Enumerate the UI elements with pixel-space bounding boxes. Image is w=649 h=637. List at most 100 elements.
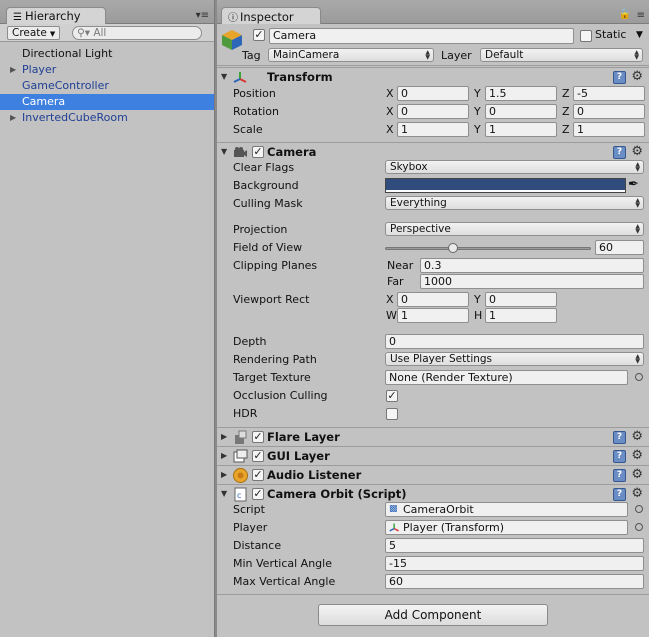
component-title: Camera	[267, 145, 317, 159]
flare-layer-icon	[235, 430, 247, 444]
fold-arrow-icon[interactable]: ▶	[10, 62, 16, 78]
clear-flags-dropdown[interactable]: Skybox ▲ ▼	[385, 160, 644, 174]
help-book-icon[interactable]: ?	[613, 431, 626, 444]
projection-dropdown[interactable]: Perspective ▲ ▼	[385, 222, 644, 236]
help-book-icon[interactable]: ?	[613, 469, 626, 482]
player-field[interactable]: Player (Transform)	[385, 520, 628, 535]
eyedropper-icon[interactable]: ✒	[628, 178, 639, 192]
gear-icon[interactable]: ⚙	[631, 144, 643, 159]
camera-orbit-component-header[interactable]: ▼ c Camera Orbit (Script) ? ⚙	[217, 484, 649, 503]
hierarchy-item[interactable]: Directional Light	[0, 46, 214, 62]
position-z-field[interactable]: -5	[573, 86, 645, 101]
fov-field[interactable]: 60	[595, 240, 644, 255]
hierarchy-search-input[interactable]: ⚲▾ All	[72, 26, 202, 40]
fold-arrow-icon[interactable]: ▶	[10, 110, 16, 126]
distance-field[interactable]: 5	[385, 538, 644, 553]
scale-y-field[interactable]: 1	[485, 122, 557, 137]
object-picker-icon[interactable]	[635, 373, 643, 381]
fold-arrow-icon[interactable]: ▼	[221, 489, 227, 498]
gui-layer-enabled-checkbox[interactable]	[252, 450, 264, 462]
tag-dropdown[interactable]: MainCamera ▲ ▼	[268, 48, 434, 62]
fold-arrow-icon[interactable]: ▼	[221, 72, 227, 81]
create-button[interactable]: Create ▼	[7, 26, 61, 40]
gear-icon[interactable]: ⚙	[631, 429, 643, 444]
viewport-y-field[interactable]: 0	[485, 292, 557, 307]
fold-arrow-icon[interactable]: ▶	[221, 470, 227, 479]
search-icon: ⚲▾	[77, 27, 90, 39]
static-checkbox[interactable]	[580, 30, 592, 42]
active-checkbox[interactable]	[253, 29, 265, 41]
svg-text:c: c	[237, 491, 241, 500]
hierarchy-item[interactable]: Camera	[0, 94, 214, 110]
lock-icon[interactable]: 🔒	[619, 9, 631, 20]
occlusion-culling-checkbox[interactable]	[386, 390, 398, 402]
position-y-field[interactable]: 1.5	[485, 86, 557, 101]
dropdown-arrows-icon: ▲ ▼	[634, 49, 639, 61]
hierarchy-toolbar: Create ▼ ⚲▾ All	[0, 24, 214, 42]
tab-menu-icon[interactable]: ≡	[637, 10, 645, 21]
flare-layer-enabled-checkbox[interactable]	[252, 431, 264, 443]
gear-icon[interactable]: ⚙	[631, 448, 643, 463]
hierarchy-item[interactable]: ▶ Player	[0, 62, 214, 78]
script-field[interactable]: ▩ CameraOrbit	[385, 502, 628, 517]
transform-component-header[interactable]: ▼ Transform ? ⚙	[217, 67, 649, 86]
static-dropdown-icon[interactable]: ▼	[636, 28, 643, 42]
near-field[interactable]: 0.3	[420, 258, 644, 273]
hierarchy-item[interactable]: GameController	[0, 78, 214, 94]
gear-icon[interactable]: ⚙	[631, 486, 643, 501]
min-vertical-angle-field[interactable]: -15	[385, 556, 644, 571]
fov-slider-track[interactable]	[385, 247, 591, 250]
layer-dropdown[interactable]: Default ▲ ▼	[480, 48, 643, 62]
rotation-y-field[interactable]: 0	[485, 104, 557, 119]
help-book-icon[interactable]: ?	[613, 71, 626, 84]
fov-slider-knob[interactable]	[447, 243, 458, 253]
help-book-icon[interactable]: ?	[613, 450, 626, 463]
gui-layer-icon	[233, 449, 248, 463]
rotation-x-field[interactable]: 0	[397, 104, 469, 119]
camera-orbit-enabled-checkbox[interactable]	[252, 488, 264, 500]
scale-x-field[interactable]: 1	[397, 122, 469, 137]
culling-mask-dropdown[interactable]: Everything ▲ ▼	[385, 196, 644, 210]
rotation-z-field[interactable]: 0	[573, 104, 645, 119]
camera-component-header[interactable]: ▼ Camera ? ⚙	[217, 142, 649, 161]
depth-field[interactable]: 0	[385, 334, 644, 349]
object-picker-icon[interactable]	[635, 523, 643, 531]
object-picker-icon[interactable]	[635, 505, 643, 513]
hierarchy-tabstrip: ☰ Hierarchy ▾≡	[0, 0, 214, 24]
position-x-field[interactable]: 0	[397, 86, 469, 101]
hierarchy-tab[interactable]: ☰ Hierarchy	[6, 7, 106, 24]
inspector-tab[interactable]: ⓘ Inspector	[221, 7, 321, 24]
add-component-button[interactable]: Add Component	[318, 604, 548, 626]
axis-y-label: Y	[474, 105, 481, 118]
background-label: Background	[233, 179, 299, 192]
help-book-icon[interactable]: ?	[613, 146, 626, 159]
max-vertical-angle-field[interactable]: 60	[385, 574, 644, 589]
rendering-path-dropdown[interactable]: Use Player Settings ▲ ▼	[385, 352, 644, 366]
camera-enabled-checkbox[interactable]	[252, 146, 264, 158]
csharp-script-icon: ▩	[389, 504, 398, 514]
far-field[interactable]: 1000	[420, 274, 644, 289]
gear-icon[interactable]: ⚙	[631, 467, 643, 482]
scale-z-field[interactable]: 1	[573, 122, 645, 137]
viewport-w-field[interactable]: 1	[397, 308, 469, 323]
flare-layer-component-header[interactable]: ▶ Flare Layer ? ⚙	[217, 427, 649, 446]
fold-arrow-icon[interactable]: ▶	[221, 432, 227, 441]
viewport-h-field[interactable]: 1	[485, 308, 557, 323]
object-name-field[interactable]: Camera	[269, 28, 574, 44]
fold-arrow-icon[interactable]: ▼	[221, 147, 227, 156]
position-label: Position	[233, 87, 276, 100]
tab-menu-icon[interactable]: ▾≡	[196, 10, 209, 21]
help-book-icon[interactable]: ?	[613, 488, 626, 501]
hierarchy-item[interactable]: ▶ InvertedCubeRoom	[0, 110, 214, 126]
component-title: Transform	[267, 70, 333, 84]
hdr-checkbox[interactable]	[386, 408, 398, 420]
viewport-x-field[interactable]: 0	[397, 292, 469, 307]
target-texture-field[interactable]: None (Render Texture)	[385, 370, 628, 385]
gui-layer-component-header[interactable]: ▶ GUI Layer ? ⚙	[217, 446, 649, 465]
inspector-tabstrip: ⓘ Inspector 🔒 ≡	[217, 0, 649, 24]
gear-icon[interactable]: ⚙	[631, 69, 643, 84]
fold-arrow-icon[interactable]: ▶	[221, 451, 227, 460]
audio-listener-component-header[interactable]: ▶ Audio Listener ? ⚙	[217, 465, 649, 484]
audio-listener-enabled-checkbox[interactable]	[252, 469, 264, 481]
background-color-field[interactable]	[385, 178, 626, 193]
